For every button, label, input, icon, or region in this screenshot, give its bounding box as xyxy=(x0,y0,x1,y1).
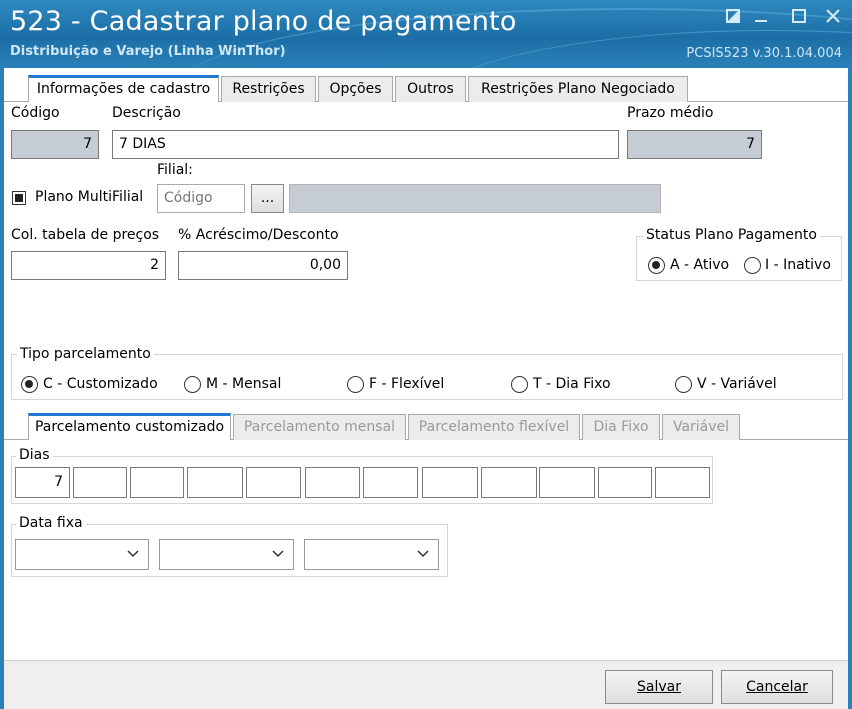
chevron-down-icon xyxy=(127,550,139,558)
prazo-medio-field: 7 xyxy=(627,130,762,159)
cancelar-button-label: Cancelar xyxy=(746,679,808,695)
status-inativo-radio[interactable] xyxy=(744,257,761,274)
prazo-medio-label: Prazo médio xyxy=(627,105,714,121)
tab-variavel[interactable]: Variável xyxy=(662,414,740,440)
tipo-variavel-radio[interactable] xyxy=(675,376,692,393)
filial-codigo-input[interactable]: Código xyxy=(157,184,245,213)
dia-input[interactable] xyxy=(655,467,710,498)
dia-input[interactable] xyxy=(481,467,537,498)
acrescimo-label: % Acréscimo/Desconto xyxy=(178,227,339,243)
codigo-label: Código xyxy=(11,105,60,121)
tipo-parcelamento-title: Tipo parcelamento xyxy=(17,346,154,362)
tipo-flexivel-label: F - Flexível xyxy=(369,376,445,392)
status-inativo-label: I - Inativo xyxy=(765,257,831,273)
dia-input[interactable] xyxy=(539,467,595,498)
multifilial-label: Plano MultiFilial xyxy=(35,189,144,205)
filial-search-button[interactable]: ... xyxy=(251,184,284,213)
tab-dia-fixo[interactable]: Dia Fixo xyxy=(582,414,660,440)
codigo-field: 7 xyxy=(11,130,99,159)
chevron-down-icon xyxy=(417,550,429,558)
filial-descricao-field xyxy=(289,184,661,213)
window-title: 523 - Cadastrar plano de pagamento xyxy=(10,6,517,37)
tipo-customizado-radio[interactable] xyxy=(21,376,38,393)
dia-input[interactable] xyxy=(422,467,478,498)
acrescimo-input[interactable]: 0,00 xyxy=(178,251,348,280)
tipo-mensal-radio[interactable] xyxy=(184,376,201,393)
status-ativo-label: A - Ativo xyxy=(670,257,730,273)
tab-informacoes-cadastro[interactable]: Informações de cadastro xyxy=(28,75,219,102)
dia-input[interactable]: 7 xyxy=(15,467,70,498)
tab-opcoes[interactable]: Opções xyxy=(318,76,393,102)
descricao-label: Descrição xyxy=(112,105,181,121)
multifilial-checkbox[interactable] xyxy=(12,191,26,205)
dia-input[interactable] xyxy=(73,467,127,498)
descricao-input[interactable]: 7 DIAS xyxy=(112,130,619,159)
tipo-variavel-label: V - Variável xyxy=(697,376,777,392)
minimize-icon[interactable] xyxy=(750,8,772,30)
data-fixa-select[interactable] xyxy=(159,539,294,570)
dia-input[interactable] xyxy=(130,467,184,498)
data-fixa-title: Data fixa xyxy=(16,515,86,531)
tab-restricoes[interactable]: Restrições xyxy=(221,76,316,102)
dias-title: Dias xyxy=(16,447,53,463)
status-group-title: Status Plano Pagamento xyxy=(643,227,820,243)
col-tabela-input[interactable]: 2 xyxy=(11,251,166,280)
tab-parcelamento-customizado[interactable]: Parcelamento customizado xyxy=(28,413,231,440)
status-ativo-radio[interactable] xyxy=(648,257,665,274)
tipo-customizado-label: C - Customizado xyxy=(43,376,158,392)
tab-outros[interactable]: Outros xyxy=(395,76,466,102)
tab-parcelamento-flexivel[interactable]: Parcelamento flexível xyxy=(408,414,580,440)
tipo-mensal-label: M - Mensal xyxy=(206,376,282,392)
restore-icon[interactable] xyxy=(722,8,744,30)
col-tabela-label: Col. tabela de preços xyxy=(11,227,160,243)
tipo-dia-fixo-radio[interactable] xyxy=(511,376,528,393)
dia-input[interactable] xyxy=(598,467,652,498)
tipo-flexivel-radio[interactable] xyxy=(347,376,364,393)
window-titlebar: 523 - Cadastrar plano de pagamento Distr… xyxy=(0,0,852,68)
maximize-icon[interactable] xyxy=(788,8,810,30)
dia-input[interactable] xyxy=(305,467,360,498)
dia-input[interactable] xyxy=(363,467,418,498)
tipo-dia-fixo-label: T - Dia Fixo xyxy=(533,376,611,392)
salvar-button-label: Salvar xyxy=(637,679,681,695)
tab-parcelamento-mensal[interactable]: Parcelamento mensal xyxy=(233,414,406,440)
dia-input[interactable] xyxy=(187,467,243,498)
dia-input[interactable] xyxy=(246,467,301,498)
filial-label: Filial: xyxy=(157,162,193,178)
version-label: PCSIS523 v.30.1.04.004 xyxy=(686,46,842,61)
close-icon[interactable] xyxy=(822,8,844,30)
cancelar-button[interactable]: Cancelar xyxy=(721,670,833,704)
tab-restricoes-plano-negociado[interactable]: Restrições Plano Negociado xyxy=(468,76,688,102)
window-subtitle: Distribuição e Varejo (Linha WinThor) xyxy=(10,44,286,59)
chevron-down-icon xyxy=(272,550,284,558)
data-fixa-select[interactable] xyxy=(15,539,149,570)
data-fixa-select[interactable] xyxy=(304,539,439,570)
salvar-button[interactable]: Salvar xyxy=(605,670,713,704)
